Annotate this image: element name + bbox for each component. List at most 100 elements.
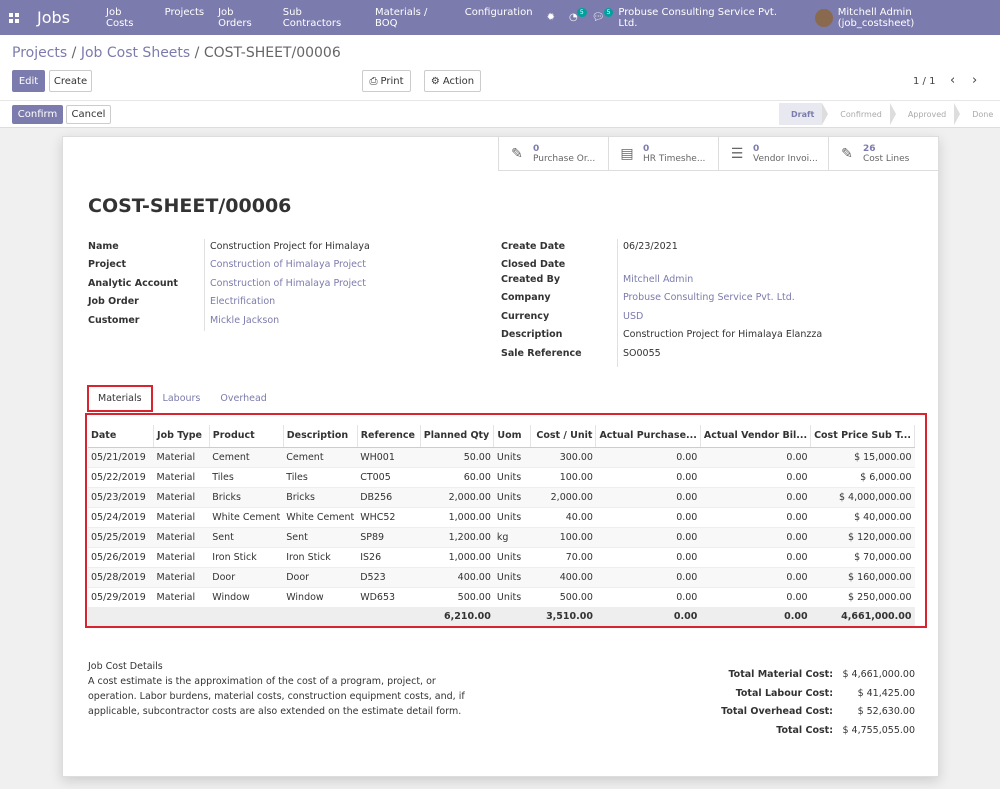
menu-item-job-orders[interactable]: Job Orders (218, 7, 269, 29)
hr-timesheets-button[interactable]: ▤ 0 HR Timeshe... (608, 137, 718, 171)
customer-label: Customer (88, 315, 140, 326)
name-value: Construction Project for Himalaya (210, 241, 370, 252)
activity-clock-icon[interactable]: ◔ 5 (569, 8, 587, 23)
closed-date-label: Closed Date (501, 259, 566, 270)
gear-icon: ⚙ (430, 75, 440, 87)
total-cost-value: $ 4,755,055.00 (842, 724, 915, 736)
purchase-orders-button[interactable]: ✎ 0 Purchase Or... (498, 137, 608, 171)
total-overhead-cost-value: $ 52,630.00 (857, 706, 915, 717)
edit-button[interactable]: Edit (12, 70, 45, 92)
cost-lines-count: 26 (863, 143, 876, 154)
action-label: Action (442, 75, 475, 87)
menu-item-configuration[interactable]: Configuration (465, 7, 533, 29)
project-link[interactable]: Construction of Himalaya Project (210, 259, 366, 270)
tab-highlight-box (87, 385, 153, 412)
menu-item-materials-boq[interactable]: Materials / BOQ (375, 7, 451, 29)
company-link[interactable]: Probuse Consulting Service Pvt. Ltd. (623, 292, 795, 303)
user-avatar[interactable] (815, 8, 833, 27)
breadcrumb: Projects / Job Cost Sheets / COST-SHEET/… (12, 45, 341, 61)
systray: ✹ ◔ 5 💬︎ 5 Probuse Consulting Service Pvt.… (547, 7, 1000, 29)
pager-next-icon[interactable]: › (972, 73, 977, 88)
notes-heading: Job Cost Details (88, 661, 163, 672)
create-button[interactable]: Create (49, 70, 92, 92)
vendor-invoices-count: 0 (753, 143, 760, 154)
breadcrumb-separator: / (71, 45, 77, 61)
purchase-orders-label: Purchase Or... (533, 153, 596, 164)
tab-overhead[interactable]: Overhead (210, 385, 276, 411)
job-order-link[interactable]: Electrification (210, 296, 275, 307)
top-navbar: Jobs Job Costs Projects Job Orders Sub C… (0, 0, 1000, 35)
total-overhead-cost-label: Total Overhead Cost: (721, 706, 833, 717)
menu-item-projects[interactable]: Projects (165, 7, 204, 29)
edit-icon: ✎ (511, 146, 523, 162)
breadcrumb-current: COST-SHEET/00006 (203, 45, 341, 61)
purchase-orders-count: 0 (533, 143, 540, 154)
breadcrumb-separator: / (194, 45, 200, 61)
action-button[interactable]: ⚙ Action (424, 70, 481, 92)
main-menu: Job Costs Projects Job Orders Sub Contra… (106, 7, 547, 29)
print-button[interactable]: ⎙ Print (362, 70, 411, 92)
stage-done: Done (954, 103, 1000, 125)
smart-buttons: ✎ 0 Purchase Or... ▤ 0 HR Timeshe... ☰ 0 Ve… (498, 137, 938, 171)
created-by-link[interactable]: Mitchell Admin (623, 274, 693, 285)
cost-summary: Total Material Cost: $ 4,661,000.00 Total… (703, 669, 915, 743)
cancel-button[interactable]: Cancel (66, 105, 111, 124)
record-title: COST-SHEET/00006 (88, 195, 292, 217)
cost-lines-button[interactable]: ✎ 26 Cost Lines (828, 137, 938, 171)
company-label: Company (501, 292, 551, 303)
edit-icon: ✎ (841, 146, 853, 162)
customer-link[interactable]: Mickle Jackson (210, 315, 279, 326)
total-cost-label: Total Cost: (776, 724, 833, 736)
user-menu[interactable]: Mitchell Admin (job_costsheet) (838, 7, 988, 29)
create-date-value: 06/23/2021 (623, 241, 678, 252)
total-material-cost-value: $ 4,661,000.00 (842, 669, 915, 680)
stage-draft: Draft (779, 103, 829, 125)
message-badge: 5 (603, 8, 614, 17)
stage-confirmed: Confirmed (822, 103, 896, 125)
company-switcher[interactable]: Probuse Consulting Service Pvt. Ltd. (618, 7, 795, 29)
total-material-cost-label: Total Material Cost: (728, 669, 833, 680)
total-labour-cost-value: $ 41,425.00 (857, 687, 915, 699)
tab-labours[interactable]: Labours (153, 385, 211, 411)
field-divider (617, 239, 618, 367)
project-label: Project (88, 259, 127, 270)
cost-lines-label: Cost Lines (863, 153, 910, 164)
pager-previous-icon[interactable]: ‹ (950, 73, 955, 88)
analytic-account-label: Analytic Account (88, 278, 178, 289)
job-order-label: Job Order (88, 296, 139, 307)
print-label: Print (380, 75, 404, 87)
menu-item-sub-contractors[interactable]: Sub Contractors (283, 7, 361, 29)
sale-reference-value: SO0055 (623, 348, 661, 359)
app-title[interactable]: Jobs (37, 8, 70, 27)
analytic-account-link[interactable]: Construction of Himalaya Project (210, 278, 366, 289)
status-bar: Draft Confirmed Approved Done (779, 103, 1000, 125)
vendor-invoices-label: Vendor Invoi... (753, 153, 818, 164)
currency-label: Currency (501, 311, 550, 322)
total-labour-cost-label: Total Labour Cost: (735, 687, 833, 699)
breadcrumb-job-cost-sheets[interactable]: Job Cost Sheets (81, 45, 190, 61)
book-icon: ▤ (620, 146, 634, 162)
description-value: Construction Project for Himalaya Elanzz… (623, 329, 823, 340)
currency-link[interactable]: USD (623, 311, 643, 322)
field-divider (204, 239, 205, 331)
print-icon: ⎙ (369, 75, 378, 87)
bug-icon[interactable]: ✹ (547, 12, 555, 23)
form-sheet: ✎ 0 Purchase Or... ▤ 0 HR Timeshe... ☰ 0 Ve… (62, 136, 939, 777)
activity-badge: 5 (576, 8, 587, 17)
pager-value[interactable]: 1 / 1 (913, 76, 935, 87)
chat-icon[interactable]: 💬︎ 5 (592, 8, 614, 23)
create-date-label: Create Date (501, 241, 566, 252)
control-panel: Projects / Job Cost Sheets / COST-SHEET/… (0, 35, 1000, 128)
menu-item-job-costs[interactable]: Job Costs (106, 7, 151, 29)
created-by-label: Created By (501, 274, 561, 285)
sale-reference-label: Sale Reference (501, 348, 582, 359)
divider (0, 100, 1000, 101)
notes-body: A cost estimate is the approximation of … (88, 676, 465, 717)
breadcrumb-projects[interactable]: Projects (12, 45, 67, 61)
apps-menu-icon[interactable] (9, 12, 19, 23)
table-highlight-box (85, 413, 927, 628)
hr-timesheets-label: HR Timeshe... (643, 153, 706, 164)
description-label: Description (501, 329, 563, 340)
confirm-button[interactable]: Confirm (12, 105, 63, 124)
vendor-invoices-button[interactable]: ☰ 0 Vendor Invoi... (718, 137, 828, 171)
